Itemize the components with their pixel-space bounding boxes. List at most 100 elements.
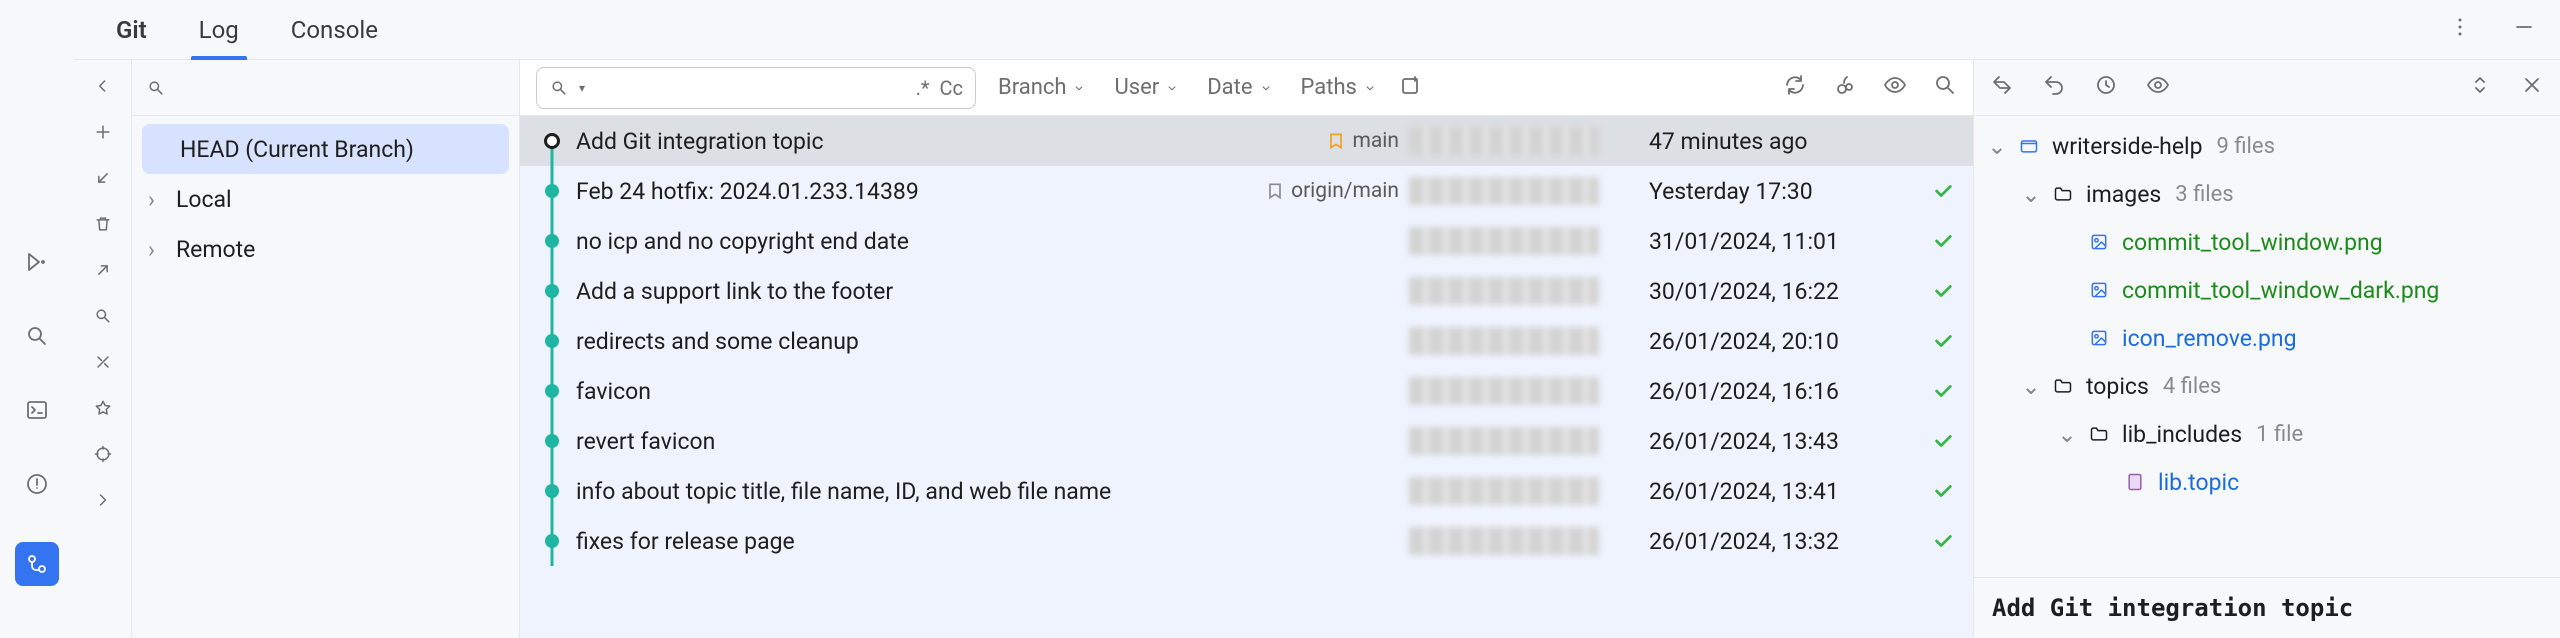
date-cell: 47 minutes ago	[1649, 128, 1913, 155]
log-list[interactable]: Add Git integration topic main 47 minute…	[520, 116, 1973, 638]
pull-icon[interactable]	[89, 164, 117, 192]
log-toolstrip	[74, 60, 132, 638]
preview-icon[interactable]	[2146, 73, 2170, 103]
log-row[interactable]: fixes for release page 26/01/2024, 13:32	[520, 516, 1973, 566]
new-tab-icon[interactable]	[1399, 73, 1423, 103]
problems-icon[interactable]	[21, 468, 53, 500]
tree-folder-libincludes[interactable]: ⌄ lib_includes 1 file	[1984, 410, 2550, 458]
author-cell	[1409, 327, 1649, 355]
graph-node	[532, 366, 572, 416]
log-panel: ▾ .* Cc Branch User Date Paths	[520, 60, 1974, 638]
status-icon	[1913, 280, 1973, 302]
date-cell: 26/01/2024, 13:43	[1649, 428, 1913, 455]
image-file-icon	[2086, 280, 2112, 300]
terminal-icon[interactable]	[21, 394, 53, 426]
branch-remote[interactable]: › Remote	[142, 224, 509, 274]
log-row[interactable]: info about topic title, file name, ID, a…	[520, 466, 1973, 516]
branch-head-label: HEAD (Current Branch)	[180, 136, 414, 163]
chevron-down-icon: ⌄	[2058, 421, 2076, 448]
vcs-icon[interactable]	[15, 542, 59, 586]
refresh-icon[interactable]	[1783, 73, 1807, 103]
search-everywhere-icon[interactable]	[21, 320, 53, 352]
delete-icon[interactable]	[89, 210, 117, 238]
filter-branch[interactable]: Branch	[992, 75, 1092, 100]
back-icon[interactable]	[89, 72, 117, 100]
run-anything-icon[interactable]	[21, 246, 53, 278]
tab-console[interactable]: Console	[265, 0, 404, 59]
more-options-icon[interactable]	[2448, 15, 2472, 45]
find-icon[interactable]	[89, 302, 117, 330]
regex-toggle[interactable]: .*	[916, 76, 930, 100]
topic-file-icon	[2122, 472, 2148, 492]
folder-icon	[2050, 184, 2076, 204]
compare-icon[interactable]	[89, 348, 117, 376]
history-icon[interactable]	[2094, 73, 2118, 103]
branch-head[interactable]: HEAD (Current Branch)	[142, 124, 509, 174]
case-toggle[interactable]: Cc	[940, 76, 964, 100]
tab-git[interactable]: Git	[90, 0, 173, 59]
log-row[interactable]: no icp and no copyright end date 31/01/2…	[520, 216, 1973, 266]
bookmark-icon	[1326, 131, 1346, 151]
log-row[interactable]: revert favicon 26/01/2024, 13:43	[520, 416, 1973, 466]
log-search-box[interactable]: ▾ .* Cc	[536, 67, 976, 109]
commit-message: Add Git integration topic	[576, 128, 824, 155]
minimize-icon[interactable]	[2512, 15, 2536, 45]
tree-file[interactable]: commit_tool_window_dark.png	[1984, 266, 2550, 314]
filter-paths[interactable]: Paths	[1295, 75, 1383, 100]
tool-window-tabs: Git Log Console	[74, 0, 2560, 60]
ref-tag: main	[1326, 129, 1399, 153]
find-in-log-icon[interactable]	[1933, 73, 1957, 103]
tree-folder-topics[interactable]: ⌄ topics 4 files	[1984, 362, 2550, 410]
branch-local[interactable]: › Local	[142, 174, 509, 224]
branch-panel: HEAD (Current Branch) › Local › Remote	[132, 60, 520, 638]
log-row[interactable]: Feb 24 hotfix: 2024.01.233.14389 origin/…	[520, 166, 1973, 216]
favorite-icon[interactable]	[89, 394, 117, 422]
status-icon	[1913, 230, 1973, 252]
graph-node	[532, 516, 572, 566]
swap-icon[interactable]	[1990, 73, 2014, 103]
log-row[interactable]: redirects and some cleanup 26/01/2024, 2…	[520, 316, 1973, 366]
author-cell	[1409, 127, 1649, 155]
chevron-down-icon: ⌄	[2022, 373, 2040, 400]
left-tool-rail	[0, 0, 74, 638]
tree-file[interactable]: commit_tool_window.png	[1984, 218, 2550, 266]
chevron-down-icon: ⌄	[2022, 181, 2040, 208]
chevron-down-icon: ⌄	[1988, 133, 2006, 160]
tree-file[interactable]: icon_remove.png	[1984, 314, 2550, 362]
cherrypick-icon[interactable]	[1833, 73, 1857, 103]
tree-folder-images[interactable]: ⌄ images 3 files	[1984, 170, 2550, 218]
eye-icon[interactable]	[1883, 73, 1907, 103]
push-icon[interactable]	[89, 256, 117, 284]
tab-log[interactable]: Log	[173, 0, 265, 59]
graph-node	[532, 116, 572, 166]
close-details-icon[interactable]	[2520, 73, 2544, 103]
filter-user[interactable]: User	[1108, 75, 1185, 100]
graph-node	[532, 316, 572, 366]
tree-file-libtopic[interactable]: lib.topic	[1984, 458, 2550, 506]
tree-root[interactable]: ⌄ writerside-help 9 files	[1984, 122, 2550, 170]
status-icon	[1913, 430, 1973, 452]
author-cell	[1409, 527, 1649, 555]
expand-icon[interactable]	[89, 486, 117, 514]
branch-remote-label: Remote	[176, 236, 255, 263]
add-icon[interactable]	[89, 118, 117, 146]
log-row[interactable]: Add a support link to the footer 30/01/2…	[520, 266, 1973, 316]
author-cell	[1409, 227, 1649, 255]
commit-message: redirects and some cleanup	[576, 328, 859, 355]
date-cell: 31/01/2024, 11:01	[1649, 228, 1913, 255]
graph-node	[532, 166, 572, 216]
author-cell	[1409, 477, 1649, 505]
bookmark-icon	[1265, 181, 1285, 201]
target-icon[interactable]	[89, 440, 117, 468]
commit-message: Feb 24 hotfix: 2024.01.233.14389	[576, 178, 919, 205]
undo-icon[interactable]	[2042, 73, 2066, 103]
filter-date[interactable]: Date	[1201, 75, 1278, 100]
details-toolbar	[1974, 60, 2560, 116]
branch-search[interactable]	[132, 60, 519, 116]
changed-files-tree[interactable]: ⌄ writerside-help 9 files ⌄ images 3 fil…	[1974, 116, 2560, 577]
commit-message-title: Add Git integration topic	[1974, 577, 2560, 638]
expand-collapse-icon[interactable]	[2468, 73, 2492, 103]
log-row[interactable]: Add Git integration topic main 47 minute…	[520, 116, 1973, 166]
commit-details-panel: ⌄ writerside-help 9 files ⌄ images 3 fil…	[1974, 60, 2560, 638]
log-row[interactable]: favicon 26/01/2024, 16:16	[520, 366, 1973, 416]
